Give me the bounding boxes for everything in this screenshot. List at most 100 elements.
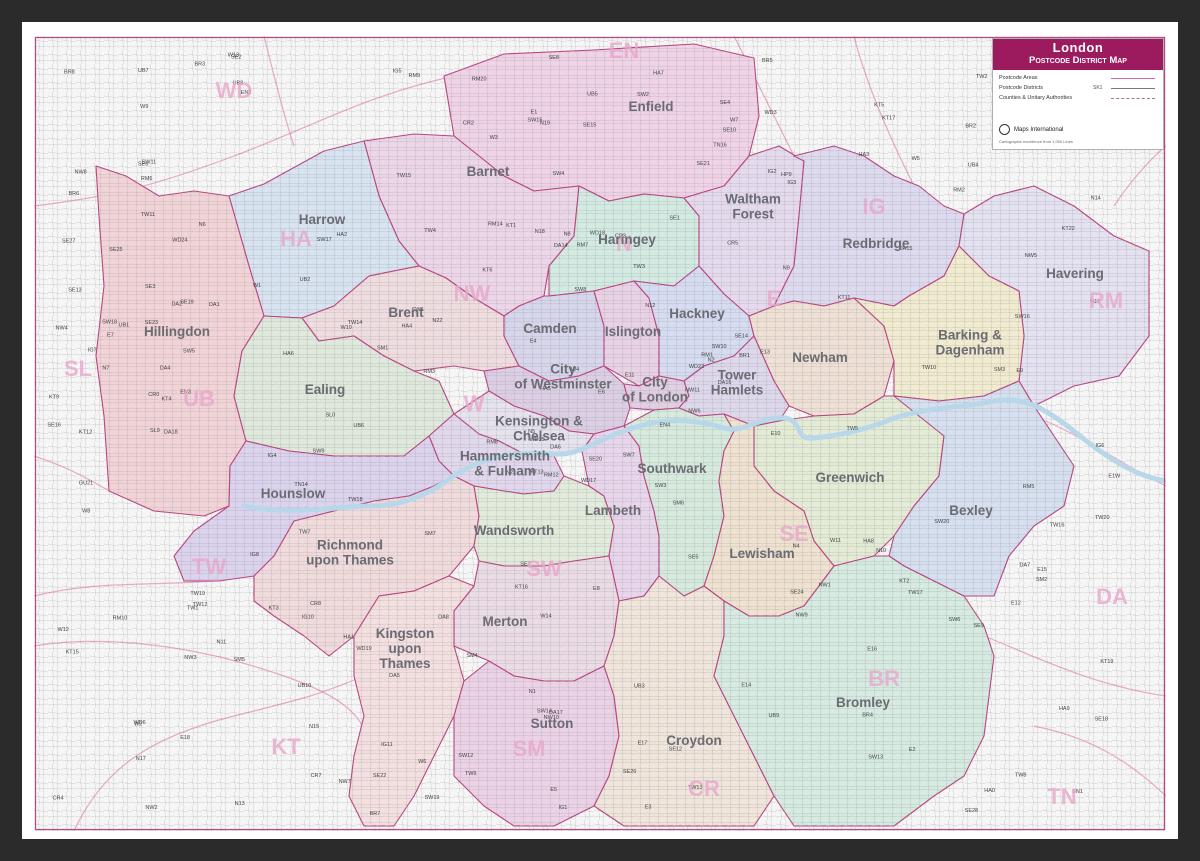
postcode-area-kt: KT — [271, 734, 301, 759]
london-map[interactable]: WD17WD24WD25WD6WD23WD19WD3WD18HP9EN4EN2E… — [34, 36, 1166, 831]
district-code: RM8 — [486, 440, 498, 446]
district-code: TW17 — [908, 590, 923, 596]
district-code: NW6 — [688, 409, 700, 415]
district-code: HA2 — [336, 232, 347, 238]
district-code: SE8 — [549, 55, 559, 61]
district-code: KT6 — [482, 268, 492, 274]
district-code: IG2 — [768, 169, 777, 175]
district-code: N9 — [783, 265, 790, 271]
district-code: N1 — [529, 689, 536, 695]
borough-label-merton: Merton — [483, 614, 528, 629]
district-code: IG4 — [268, 453, 277, 459]
legend-box: London Postcode District Map Postcode Ar… — [992, 38, 1164, 150]
borough-label-kingston: Thames — [379, 656, 430, 671]
globe-icon — [999, 124, 1010, 135]
district-code: TW7 — [299, 529, 311, 535]
district-code: IG10 — [302, 614, 314, 620]
district-code: RM9 — [408, 73, 420, 79]
district-code: E3 — [645, 804, 652, 810]
district-code: W12 — [58, 627, 69, 633]
district-code: TW11 — [141, 212, 155, 218]
district-code: KT17 — [882, 116, 895, 122]
borough-label-barnet: Barnet — [467, 164, 510, 179]
district-code: N17 — [136, 756, 146, 762]
postcode-area-rm: RM — [1089, 288, 1123, 313]
district-code: E1W — [1108, 474, 1121, 480]
district-code: SM1 — [377, 346, 388, 352]
borough-label-westminster: of Westminster — [514, 377, 612, 392]
borough-label-lambeth: Lambeth — [585, 503, 641, 518]
district-code: SM7 — [424, 531, 435, 537]
district-code: HA9 — [1059, 706, 1070, 712]
district-code: N8 — [564, 231, 571, 237]
district-code: SM4 — [466, 653, 477, 659]
district-code: BR7 — [370, 811, 381, 817]
district-code: KT2 — [899, 579, 909, 585]
district-code: SW13 — [868, 755, 883, 761]
district-code: W7 — [730, 118, 738, 124]
district-code: UB4 — [968, 163, 979, 169]
borough-label-kensington: Kensington & — [495, 414, 583, 429]
borough-label-harrow: Harrow — [299, 212, 346, 227]
legend-row: Postcode Areas — [993, 73, 1163, 83]
district-code: TW15 — [396, 173, 411, 179]
district-code: E11 — [625, 372, 634, 378]
district-code: NW5 — [1025, 253, 1037, 259]
borough-label-hammersmith: & Fulham — [474, 464, 536, 479]
borough-label-sutton: Sutton — [531, 716, 574, 731]
district-code: TW20 — [1095, 515, 1110, 521]
district-code: UB2 — [300, 277, 311, 283]
publisher: Maps International — [999, 124, 1063, 135]
district-code: SE27 — [62, 239, 75, 245]
postcode-area-nw: NW — [454, 281, 491, 306]
district-code: TN16 — [713, 143, 726, 149]
district-code: RM1 — [701, 353, 713, 359]
district-code: SW6 — [948, 617, 960, 623]
district-code: SW10 — [712, 344, 727, 350]
district-code: SE24 — [790, 590, 803, 596]
legend-row-swatch — [1111, 78, 1155, 79]
legend-row-label: Postcode Districts — [999, 85, 1044, 91]
postcode-area-sw: SW — [526, 556, 562, 581]
district-code: HA4 — [401, 324, 412, 330]
borough-label-towerhamlets: Hamlets — [711, 383, 764, 398]
district-code: KT22 — [1062, 226, 1075, 232]
borough-label-redbridge: Redbridge — [843, 236, 910, 251]
borough-label-hammersmith: Hammersmith — [460, 449, 550, 464]
borough-label-lewisham: Lewisham — [729, 546, 794, 561]
district-code: HA6 — [283, 351, 294, 357]
district-code: DA2 — [171, 301, 182, 307]
district-code: KT1 — [506, 223, 516, 229]
district-code: SW7 — [623, 453, 635, 459]
district-code: W11 — [830, 538, 841, 544]
district-code: E16 — [867, 647, 877, 653]
district-code: SE15 — [583, 123, 596, 129]
district-code: CR7 — [311, 773, 322, 779]
district-code: W5 — [912, 156, 920, 162]
district-code: TW18 — [348, 497, 363, 503]
district-code: NW2 — [145, 805, 157, 811]
borough-label-bromley: Bromley — [836, 695, 891, 710]
district-code: BR4 — [862, 712, 873, 718]
district-code: N18 — [535, 229, 545, 235]
district-code: WD17 — [581, 478, 596, 484]
borough-label-barking: Dagenham — [935, 343, 1004, 358]
borough-label-kingston: Kingston — [376, 626, 435, 641]
district-code: E15 — [1037, 567, 1047, 573]
district-code: SW3 — [655, 483, 667, 489]
district-code: E13 — [760, 350, 770, 356]
postcode-area-wd: WD — [216, 78, 253, 103]
district-code: E7 — [107, 333, 114, 339]
district-code: KT12 — [79, 430, 92, 436]
legend-subtitle: Postcode District Map — [1029, 55, 1127, 66]
district-code: SW16 — [1015, 314, 1030, 320]
borough-label-waltham: Waltham — [725, 192, 781, 207]
legend-row-code: SK1 — [1093, 85, 1103, 91]
district-code: N12 — [645, 303, 655, 309]
district-code: RM14 — [488, 222, 503, 228]
postcode-area-sl: SL — [64, 356, 92, 381]
district-code: RM12 — [544, 473, 559, 479]
district-code: IG8 — [250, 552, 259, 558]
district-code: NW7 — [339, 779, 351, 785]
district-code: HA7 — [653, 70, 664, 76]
